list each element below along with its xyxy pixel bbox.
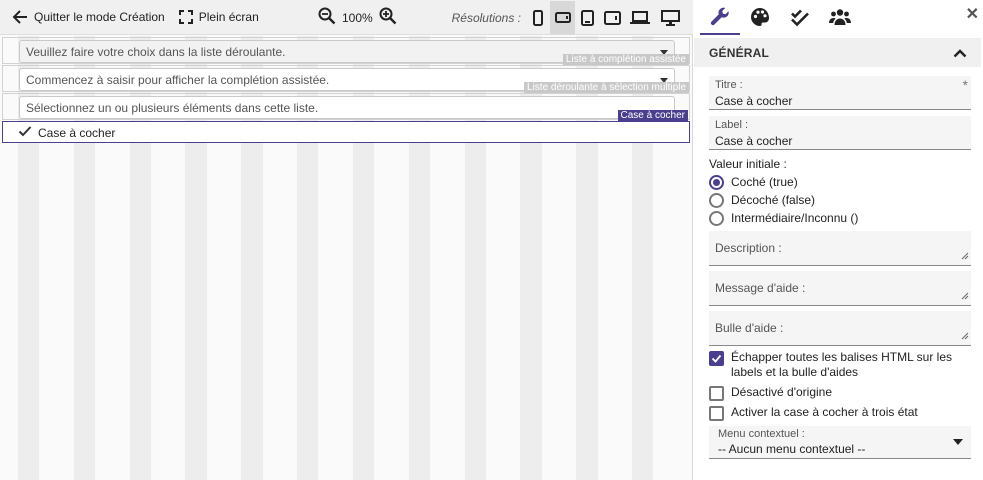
disabled-default-checkbox[interactable]: Désactivé d'origine xyxy=(709,385,832,401)
double-check-icon xyxy=(790,7,810,30)
arrow-left-icon xyxy=(12,9,28,25)
help-message-field[interactable]: Message d'aide : xyxy=(709,271,971,306)
form-designer: Quitter le mode Création Plein écran 100… xyxy=(0,0,983,480)
description-field[interactable]: Description : xyxy=(709,231,971,266)
tab-permissions[interactable] xyxy=(820,1,860,35)
label-field-label: Label : xyxy=(715,119,749,131)
quit-creation-mode-button[interactable]: Quitter le mode Création xyxy=(6,0,171,35)
three-state-label: Activer la case à cocher à trois état xyxy=(731,405,918,419)
radio-checked-false[interactable]: Décoché (false) xyxy=(709,191,815,209)
component-tag: Liste déroulante à sélection multiple xyxy=(524,82,689,93)
radio-selected-indicator[interactable] xyxy=(709,174,724,190)
resolutions-label: Résolutions : xyxy=(451,10,521,25)
close-icon[interactable]: ✕ xyxy=(966,4,979,24)
checkbox-unchecked[interactable] xyxy=(709,386,724,401)
help-bubble-placeholder: Bulle d'aide : xyxy=(715,321,784,335)
tablet-icon[interactable] xyxy=(575,1,600,34)
fullscreen-icon xyxy=(178,10,193,24)
three-state-checkbox[interactable]: Activer la case à cocher à trois état xyxy=(709,405,918,421)
label-field-value: Case à cocher xyxy=(715,134,793,148)
properties-panel: ✕ GÉNÉRAL Titre : Case à cocher * Label … xyxy=(694,0,983,480)
resize-grip-icon[interactable] xyxy=(961,329,969,343)
fullscreen-label: Plein écran xyxy=(198,10,259,24)
wrench-icon xyxy=(710,6,730,29)
phone-landscape-icon[interactable] xyxy=(550,1,575,34)
context-menu-select[interactable]: Menu contextuel : -- Aucun menu contextu… xyxy=(709,426,971,459)
radio-checked-true[interactable]: Coché (true) xyxy=(709,173,798,191)
help-bubble-field[interactable]: Bulle d'aide : xyxy=(709,311,971,346)
panel-tabs: ✕ xyxy=(694,0,983,36)
canvas-row-multiselect[interactable]: Sélectionnez un ou plusieurs éléments da… xyxy=(2,93,690,120)
palette-icon xyxy=(750,7,770,30)
desktop-icon[interactable] xyxy=(655,1,685,34)
multiselect-field[interactable]: Sélectionnez un ou plusieurs éléments da… xyxy=(19,96,675,119)
zoom-in-icon[interactable] xyxy=(379,7,397,28)
chevron-down-icon xyxy=(953,439,963,445)
description-placeholder: Description : xyxy=(715,241,782,255)
design-area: Quitter le mode Création Plein écran 100… xyxy=(0,0,693,480)
checkbox-checked[interactable] xyxy=(709,351,724,366)
design-canvas: Veuillez faire votre choix dans la liste… xyxy=(0,36,692,480)
checkbox-unchecked[interactable] xyxy=(709,406,724,421)
resolution-switcher: Résolutions : xyxy=(452,0,685,35)
section-general-header[interactable]: GÉNÉRAL xyxy=(694,38,981,67)
multiselect-placeholder: Sélectionnez un ou plusieurs éléments da… xyxy=(26,101,319,115)
disabled-default-label: Désactivé d'origine xyxy=(731,385,833,399)
canvas-row-checkbox[interactable]: Case à cocher Case à cocher xyxy=(2,110,690,143)
tab-style[interactable] xyxy=(740,1,780,35)
help-message-placeholder: Message d'aide : xyxy=(715,281,806,295)
canvas-row-dropdown[interactable]: Veuillez faire votre choix dans la liste… xyxy=(2,37,690,65)
canvas-row-autocomplete[interactable]: Commencez à saisir pour afficher la comp… xyxy=(2,65,690,93)
radio-indeterminate[interactable]: Intermédiaire/Inconnu () xyxy=(709,209,858,227)
zoom-level: 100% xyxy=(342,10,373,25)
escape-html-label: Échapper toutes les balises HTML sur les… xyxy=(731,350,952,379)
zoom-out-icon[interactable] xyxy=(318,7,336,28)
tab-general[interactable] xyxy=(700,1,740,35)
section-title: GÉNÉRAL xyxy=(709,45,770,60)
dropdown-placeholder: Veuillez faire votre choix dans la liste… xyxy=(26,45,286,59)
tablet-landscape-icon[interactable] xyxy=(600,1,625,34)
radio-indicator[interactable] xyxy=(709,192,724,208)
context-menu-value: -- Aucun menu contextuel -- xyxy=(718,442,866,456)
quit-creation-mode-label: Quitter le mode Création xyxy=(34,10,165,24)
radio-option-label: Intermédiaire/Inconnu () xyxy=(731,211,859,225)
title-field[interactable]: Titre : Case à cocher * xyxy=(709,76,971,110)
label-field[interactable]: Label : Case à cocher xyxy=(709,116,971,150)
autocomplete-placeholder: Commencez à saisir pour afficher la comp… xyxy=(26,73,330,87)
chevron-up-icon xyxy=(953,47,967,61)
radio-option-label: Décoché (false) xyxy=(731,193,816,207)
check-icon[interactable] xyxy=(18,125,32,140)
users-icon xyxy=(829,8,851,29)
zoom-controls: 100% xyxy=(318,0,397,35)
title-field-value: Case à cocher xyxy=(715,94,793,108)
escape-html-checkbox[interactable]: Échapper toutes les balises HTML sur les… xyxy=(709,350,971,380)
checkbox-label: Case à cocher xyxy=(38,126,116,140)
tab-validation[interactable] xyxy=(780,1,820,35)
laptop-icon[interactable] xyxy=(625,1,655,34)
component-tag: Liste à complétion assistée xyxy=(562,54,689,65)
phone-icon[interactable] xyxy=(525,1,550,34)
initial-value-label: Valeur initiale : xyxy=(709,157,787,171)
selected-component-tag: Case à cocher xyxy=(617,110,688,122)
resize-grip-icon[interactable] xyxy=(961,249,969,263)
context-menu-label: Menu contextuel : xyxy=(718,428,805,440)
title-field-label: Titre : xyxy=(715,79,743,91)
radio-indicator[interactable] xyxy=(709,210,724,226)
radio-option-label: Coché (true) xyxy=(731,175,798,189)
fullscreen-button[interactable]: Plein écran xyxy=(173,0,265,35)
designer-toolbar: Quitter le mode Création Plein écran 100… xyxy=(0,0,693,35)
resize-grip-icon[interactable] xyxy=(961,289,969,303)
required-marker: * xyxy=(962,77,968,93)
